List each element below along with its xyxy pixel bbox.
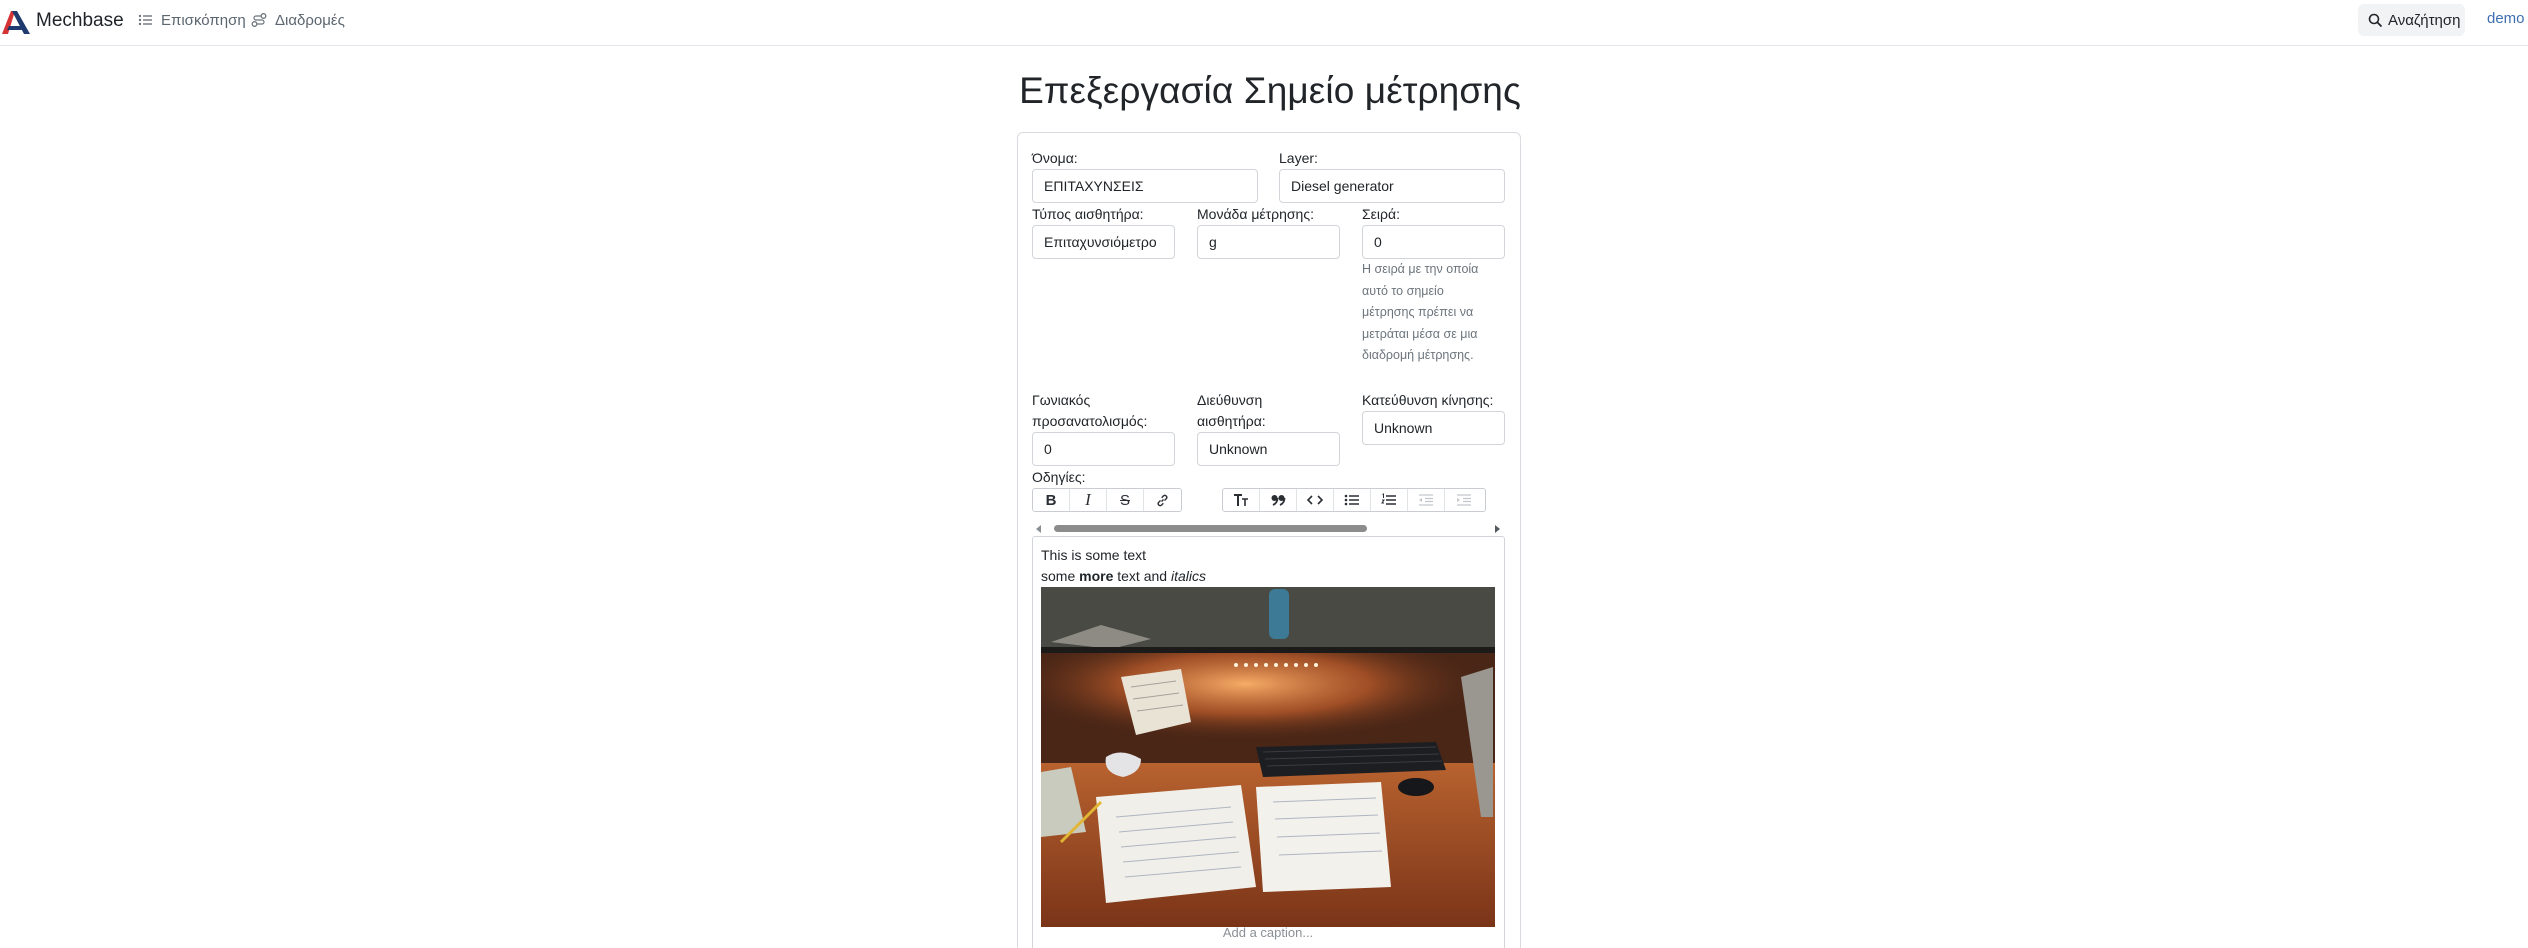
name-field[interactable]: ΕΠΙΤΑΧΥΝΣΕΙΣ [1032, 169, 1258, 203]
search-button-label: Αναζήτηση [2388, 11, 2461, 29]
brand-link[interactable]: Mechbase [0, 6, 124, 36]
nav-routes-label: Διαδρομές [275, 11, 345, 29]
outdent-button[interactable] [1408, 489, 1445, 511]
sensor-direction-select[interactable]: Unknown [1197, 432, 1340, 466]
strikethrough-button[interactable]: S [1107, 489, 1144, 511]
editor-line-2: some more text and italics [1041, 566, 1206, 586]
user-menu[interactable]: demo [2487, 10, 2525, 27]
link-icon [1157, 494, 1168, 506]
bold-button[interactable]: B [1033, 489, 1070, 511]
motion-direction-select[interactable]: Unknown [1362, 411, 1505, 445]
nav-overview[interactable]: Επισκόπηση [138, 10, 246, 30]
search-icon [2368, 13, 2383, 27]
desk-photo[interactable] [1041, 587, 1495, 927]
editor-toolbar-format: B I S [1032, 488, 1182, 512]
link-button[interactable] [1144, 489, 1181, 511]
toolbar-horizontal-scrollbar[interactable] [1036, 522, 1500, 535]
heading-button[interactable] [1223, 489, 1260, 511]
page-title: Επεξεργασία Σημείο μέτρησης [1019, 70, 1521, 111]
angle-field[interactable]: 0 [1032, 432, 1175, 466]
editor-text: some [1041, 568, 1080, 584]
nav-overview-label: Επισκόπηση [161, 11, 246, 29]
order-label: Σειρά: [1362, 206, 1400, 222]
order-field[interactable]: 0 [1362, 225, 1505, 259]
editor-bold-text: more [1079, 568, 1114, 584]
italic-button[interactable]: I [1070, 489, 1107, 511]
editor-line-1: This is some text [1041, 547, 1147, 563]
outdent-icon [1419, 494, 1433, 506]
sensor-direction-label: Διεύθυνση αισθητήρα: [1197, 392, 1266, 429]
bold-icon: B [1045, 491, 1057, 509]
brand-name: Mechbase [36, 10, 124, 31]
quote-icon [1271, 495, 1285, 506]
indent-icon [1456, 494, 1471, 506]
sensor-type-label: Τύπος αισθητήρα: [1032, 206, 1144, 222]
unit-field[interactable]: g [1197, 225, 1340, 259]
image-caption-input[interactable]: Add a caption... [1041, 925, 1495, 940]
top-navbar: Mechbase Επισκόπηση Διαδρομές Αναζήτηση … [0, 0, 2528, 46]
numbered-list-icon [1381, 493, 1396, 505]
numbered-list-button[interactable] [1371, 489, 1408, 511]
instructions-label: Οδηγίες: [1032, 469, 1086, 485]
editor-text: text and [1113, 568, 1171, 584]
scrollbar-thumb[interactable] [1054, 525, 1367, 532]
editor-italic-text: italics [1170, 568, 1206, 584]
indent-button[interactable] [1445, 489, 1482, 511]
unit-label: Μονάδα μέτρησης: [1197, 206, 1314, 222]
code-button[interactable] [1297, 489, 1334, 511]
bullet-list-icon [1344, 494, 1359, 506]
scroll-right-arrow-icon[interactable] [1495, 525, 1500, 533]
heading-icon [1234, 494, 1248, 506]
quote-button[interactable] [1260, 489, 1297, 511]
route-icon [251, 13, 267, 27]
nav-routes[interactable]: Διαδρομές [251, 10, 345, 30]
layer-label: Layer: [1279, 150, 1318, 166]
motion-direction-label: Κατεύθυνση κίνησης: [1362, 392, 1494, 408]
name-label: Όνομα: [1032, 150, 1078, 166]
desk-photo-image [1041, 587, 1495, 927]
angle-label: Γωνιακός προσανατολισμός: [1032, 392, 1148, 429]
mechbase-logo-icon [2, 11, 30, 34]
strikethrough-icon: S [1119, 491, 1130, 509]
layer-select[interactable]: Diesel generator [1279, 169, 1505, 203]
search-button[interactable]: Αναζήτηση [2358, 4, 2465, 36]
bullet-list-button[interactable] [1334, 489, 1371, 511]
sensor-type-select[interactable]: Επιταχυνσιόμετρο [1032, 225, 1175, 259]
code-icon [1307, 495, 1323, 505]
list-icon [138, 14, 152, 26]
order-help-text: Η σειρά με την οποία αυτό το σημείο μέτρ… [1362, 262, 1479, 363]
scroll-left-arrow-icon[interactable] [1036, 525, 1041, 533]
italic-icon: I [1085, 490, 1091, 509]
editor-toolbar-blocks [1222, 488, 1486, 512]
